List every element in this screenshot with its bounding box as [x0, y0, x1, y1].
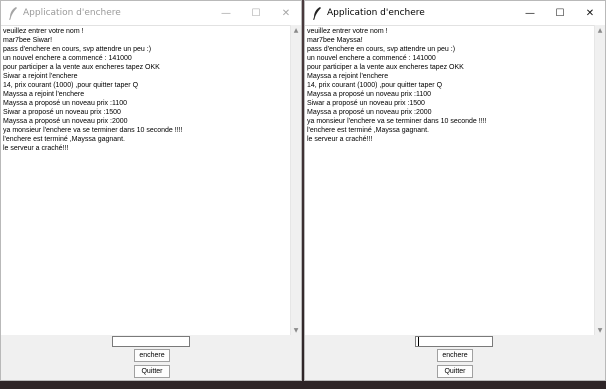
- maximize-button[interactable]: ☐: [241, 1, 271, 25]
- desktop: Application d'enchere — ☐ ✕ veuillez ent…: [0, 0, 606, 389]
- log-line: veuillez entrer votre nom !: [307, 28, 388, 35]
- app-window-mayssa: Application d'enchere — ☐ ✕ veuillez ent…: [304, 0, 606, 381]
- chevron-down-icon[interactable]: ▼: [595, 325, 605, 335]
- log-line: ya monsieur l'enchere va se terminer dan…: [3, 127, 183, 134]
- input-area: enchere Quitter: [1, 335, 301, 380]
- log-line: veuillez entrer votre nom !: [3, 28, 84, 35]
- close-icon: ✕: [281, 7, 291, 19]
- app-window-siwar: Application d'enchere — ☐ ✕ veuillez ent…: [0, 0, 302, 381]
- message-input[interactable]: [112, 336, 190, 347]
- log-line: Mayssa a proposé un noveau prix :1100: [3, 100, 128, 107]
- log-line: le serveur a craché!!!: [307, 136, 373, 143]
- log-line: Siwar a rejoint l'enchere: [3, 73, 78, 80]
- log-line: 14, prix courant (1000) ,pour quitter ta…: [307, 82, 443, 89]
- log-line: Mayssa a rejoint l'enchere: [3, 91, 85, 98]
- log-line: le serveur a craché!!!: [3, 145, 69, 152]
- log-line: pour participer a la vente aux encheres …: [307, 64, 464, 71]
- enchere-button[interactable]: enchere: [134, 349, 170, 362]
- vertical-scrollbar[interactable]: ▲ ▼: [290, 25, 301, 335]
- log-line: mar7bee Mayssa!: [307, 37, 363, 44]
- minimize-button[interactable]: —: [515, 1, 545, 25]
- log-line: 14, prix courant (1000) ,pour quitter ta…: [3, 82, 139, 89]
- text-caret: [418, 337, 419, 346]
- log-line: Mayssa a rejoint l'enchere: [307, 73, 389, 80]
- log-line: pass d'enchere en cours, svp attendre un…: [307, 46, 456, 53]
- minimize-icon: —: [221, 7, 231, 19]
- title-bar[interactable]: Application d'enchere — ☐ ✕: [1, 1, 301, 25]
- chat-log[interactable]: veuillez entrer votre nom ! mar7bee Siwa…: [1, 25, 290, 335]
- chevron-up-icon[interactable]: ▲: [291, 25, 301, 35]
- log-line: mar7bee Siwar!: [3, 37, 53, 44]
- maximize-icon: ☐: [555, 7, 565, 19]
- message-input[interactable]: [415, 336, 493, 347]
- log-line: Siwar a proposé un noveau prix :1500: [307, 100, 425, 107]
- maximize-button[interactable]: ☐: [545, 1, 575, 25]
- quitter-button[interactable]: Quitter: [134, 365, 170, 378]
- log-line: Siwar a proposé un noveau prix :1500: [3, 109, 121, 116]
- enchere-button[interactable]: enchere: [437, 349, 473, 362]
- minimize-icon: —: [525, 7, 535, 19]
- chat-log[interactable]: veuillez entrer votre nom ! mar7bee Mays…: [305, 25, 594, 335]
- log-line: Mayssa a proposé un noveau prix :1100: [307, 91, 432, 98]
- minimize-button[interactable]: —: [211, 1, 241, 25]
- quitter-button[interactable]: Quitter: [437, 365, 473, 378]
- log-line: Mayssa a proposé un noveau prix :2000: [307, 109, 432, 116]
- log-line: ya monsieur l'enchere va se terminer dan…: [307, 118, 487, 125]
- log-line: pour participer a la vente aux encheres …: [3, 64, 160, 71]
- vertical-scrollbar[interactable]: ▲ ▼: [594, 25, 605, 335]
- close-button[interactable]: ✕: [271, 1, 301, 25]
- log-line: un nouvel enchere a commencé : 141000: [307, 55, 436, 62]
- log-line: pass d'enchere en cours, svp attendre un…: [3, 46, 152, 53]
- window-title: Application d'enchere: [23, 8, 121, 18]
- title-bar[interactable]: Application d'enchere — ☐ ✕: [305, 1, 605, 25]
- log-line: l'enchere est terminé ,Mayssa gagnant.: [307, 127, 429, 134]
- feather-icon: [311, 6, 323, 20]
- close-icon: ✕: [585, 7, 595, 19]
- input-area: enchere Quitter: [305, 335, 605, 380]
- feather-icon: [7, 6, 19, 20]
- chevron-down-icon[interactable]: ▼: [291, 325, 301, 335]
- log-line: un nouvel enchere a commencé : 141000: [3, 55, 132, 62]
- chevron-up-icon[interactable]: ▲: [595, 25, 605, 35]
- window-title: Application d'enchere: [327, 8, 425, 18]
- log-line: Mayssa a proposé un noveau prix :2000: [3, 118, 128, 125]
- maximize-icon: ☐: [251, 7, 261, 19]
- close-button[interactable]: ✕: [575, 1, 605, 25]
- log-line: l'enchere est terminé ,Mayssa gagnant.: [3, 136, 125, 143]
